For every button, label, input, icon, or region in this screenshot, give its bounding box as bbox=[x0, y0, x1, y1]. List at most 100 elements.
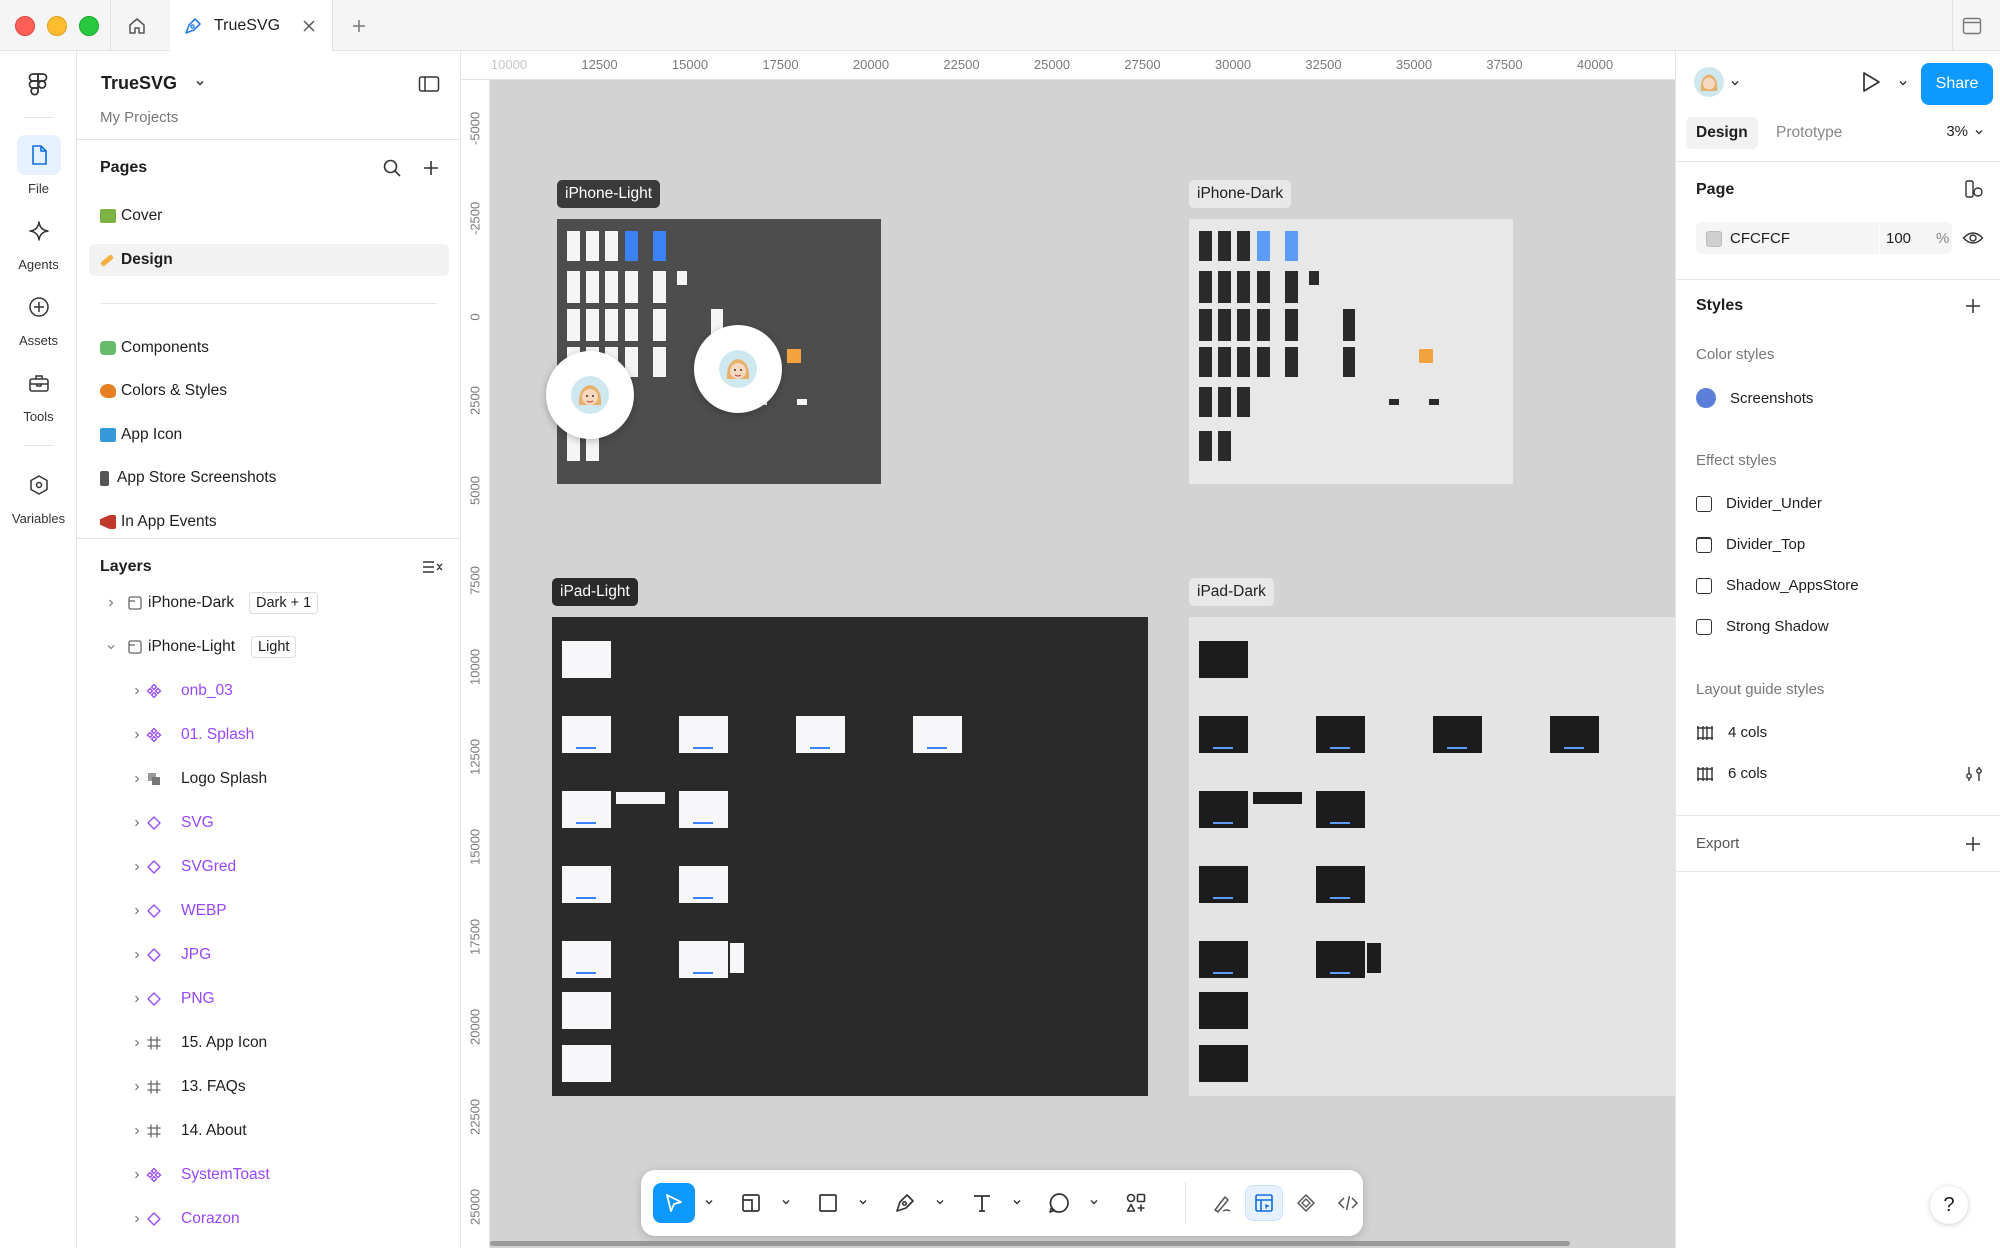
page-item-colors-styles[interactable]: Colors & Styles bbox=[89, 375, 449, 407]
move-tool[interactable] bbox=[653, 1183, 695, 1223]
screen-thumbnail[interactable] bbox=[567, 231, 580, 261]
chevron-right-icon[interactable] bbox=[130, 904, 144, 918]
screen-thumbnail[interactable] bbox=[1316, 716, 1365, 753]
screen-thumbnail[interactable] bbox=[1237, 347, 1250, 377]
layer-row[interactable]: Logo Splash bbox=[77, 763, 461, 795]
screen-thumbnail[interactable] bbox=[1285, 347, 1298, 377]
page-item-app-icon[interactable]: App Icon bbox=[89, 419, 449, 451]
screen-thumbnail[interactable] bbox=[1257, 309, 1270, 341]
chevron-down-icon[interactable] bbox=[1730, 78, 1740, 88]
layer-row[interactable]: 13. FAQs bbox=[77, 1071, 461, 1103]
chevron-right-icon[interactable] bbox=[130, 948, 144, 962]
screen-thumbnail[interactable] bbox=[625, 271, 638, 303]
screen-thumbnail[interactable] bbox=[586, 309, 599, 341]
frame-ipad-dark[interactable] bbox=[1189, 617, 1675, 1096]
rail-item-variables[interactable]: Variables bbox=[0, 465, 77, 526]
project-location[interactable]: My Projects bbox=[100, 109, 178, 126]
chevron-right-icon[interactable] bbox=[130, 684, 144, 698]
help-button[interactable]: ? bbox=[1930, 1186, 1968, 1224]
tab-close-button[interactable] bbox=[298, 15, 320, 37]
screen-thumbnail[interactable] bbox=[1433, 716, 1482, 753]
screen-thumbnail[interactable] bbox=[679, 791, 728, 828]
screen-thumbnail[interactable] bbox=[562, 1045, 611, 1082]
collaborator-avatar[interactable] bbox=[694, 325, 782, 413]
eye-visibility-icon[interactable] bbox=[1962, 230, 1984, 246]
user-avatar[interactable] bbox=[1694, 67, 1724, 97]
screen-thumbnail[interactable] bbox=[605, 231, 618, 261]
add-style-button[interactable] bbox=[1964, 297, 1982, 315]
chevron-right-icon[interactable] bbox=[130, 992, 144, 1006]
screen-thumbnail[interactable] bbox=[797, 399, 807, 405]
layer-row[interactable]: iPhone-Light Light bbox=[77, 631, 461, 663]
screen-thumbnail[interactable] bbox=[653, 271, 666, 303]
layer-row[interactable]: 15. App Icon bbox=[77, 1027, 461, 1059]
screen-thumbnail[interactable] bbox=[679, 941, 728, 978]
screen-thumbnail[interactable] bbox=[1199, 716, 1248, 753]
collaborator-avatar[interactable] bbox=[546, 351, 634, 439]
screen-thumbnail[interactable] bbox=[586, 231, 599, 261]
text-tool-caret[interactable] bbox=[1011, 1196, 1023, 1208]
screen-thumbnail[interactable] bbox=[1285, 271, 1298, 303]
rail-item-assets[interactable]: Assets bbox=[0, 287, 77, 348]
screen-thumbnail[interactable] bbox=[1218, 431, 1231, 461]
screen-thumbnail[interactable] bbox=[1199, 431, 1212, 461]
shape-tool-caret[interactable] bbox=[857, 1196, 869, 1208]
screen-thumbnail[interactable] bbox=[1237, 231, 1250, 261]
screen-thumbnail[interactable] bbox=[1285, 309, 1298, 341]
tab-design[interactable]: Design bbox=[1686, 117, 1758, 149]
chevron-right-icon[interactable] bbox=[130, 860, 144, 874]
shape-tool[interactable] bbox=[807, 1183, 849, 1223]
pen-tool[interactable] bbox=[884, 1183, 926, 1223]
share-button[interactable]: Share bbox=[1921, 63, 1993, 105]
screen-thumbnail[interactable] bbox=[677, 271, 687, 285]
tab-prototype[interactable]: Prototype bbox=[1766, 117, 1852, 149]
page-item-app-store-screenshots[interactable]: App Store Screenshots bbox=[89, 462, 449, 494]
screen-thumbnail[interactable] bbox=[653, 347, 666, 377]
comment-tool-caret[interactable] bbox=[1088, 1196, 1100, 1208]
maximize-window-button[interactable] bbox=[79, 16, 99, 36]
layer-variant-badge[interactable]: Light bbox=[251, 636, 297, 658]
screen-thumbnail[interactable] bbox=[1199, 309, 1212, 341]
screen-thumbnail[interactable] bbox=[562, 992, 611, 1029]
screen-thumbnail[interactable] bbox=[1389, 399, 1399, 405]
screen-thumbnail[interactable] bbox=[1199, 791, 1248, 828]
window-layout-button[interactable] bbox=[1958, 12, 1986, 40]
frame-tool-caret[interactable] bbox=[780, 1196, 792, 1208]
screen-thumbnail[interactable] bbox=[679, 716, 728, 753]
chevron-right-icon[interactable] bbox=[130, 772, 144, 786]
chevron-right-icon[interactable] bbox=[130, 816, 144, 830]
collapse-layers-icon[interactable] bbox=[421, 558, 443, 576]
frame-tool[interactable] bbox=[730, 1183, 772, 1223]
component-mode-button[interactable] bbox=[1287, 1185, 1325, 1221]
layer-row[interactable]: 01. Splash bbox=[77, 719, 461, 751]
layer-row[interactable]: SVGred bbox=[77, 851, 461, 883]
screen-thumbnail[interactable] bbox=[625, 231, 638, 261]
page-color-swatch[interactable] bbox=[1706, 231, 1722, 247]
page-opacity-value[interactable]: 100 bbox=[1886, 230, 1911, 247]
layout-style-item[interactable]: 6 cols bbox=[1696, 765, 1767, 782]
color-style-screenshots[interactable]: Screenshots bbox=[1696, 388, 1813, 408]
frame-iphone-dark[interactable] bbox=[1189, 219, 1513, 484]
rail-item-agents[interactable]: Agents bbox=[0, 211, 77, 272]
design-mode-button[interactable] bbox=[1245, 1185, 1283, 1221]
chevron-right-icon[interactable] bbox=[130, 1080, 144, 1094]
add-page-plus-icon[interactable] bbox=[421, 158, 441, 178]
screen-thumbnail[interactable] bbox=[1550, 716, 1599, 753]
figma-logo-icon[interactable] bbox=[24, 71, 52, 101]
screen-thumbnail[interactable] bbox=[1309, 271, 1319, 285]
frame-label-ipad-light[interactable]: iPad-Light bbox=[552, 578, 638, 606]
frame-label-ipad-dark[interactable]: iPad-Dark bbox=[1189, 578, 1274, 606]
page-item-cover[interactable]: Cover bbox=[89, 200, 449, 232]
screen-thumbnail[interactable] bbox=[1199, 992, 1248, 1029]
effect-style-item[interactable]: Divider_Under bbox=[1696, 495, 1822, 512]
screen-thumbnail[interactable] bbox=[562, 866, 611, 903]
screen-thumbnail[interactable] bbox=[1257, 347, 1270, 377]
page-settings-icon[interactable] bbox=[1964, 179, 1984, 199]
move-tool-caret[interactable] bbox=[703, 1196, 715, 1208]
chevron-right-icon[interactable] bbox=[130, 1124, 144, 1138]
sticker-thumbnail[interactable] bbox=[787, 349, 801, 363]
screen-thumbnail[interactable] bbox=[1199, 941, 1248, 978]
screen-thumbnail[interactable] bbox=[1199, 1045, 1248, 1082]
screen-thumbnail[interactable] bbox=[562, 641, 611, 678]
page-item-in-app-events[interactable]: In App Events bbox=[89, 506, 449, 538]
